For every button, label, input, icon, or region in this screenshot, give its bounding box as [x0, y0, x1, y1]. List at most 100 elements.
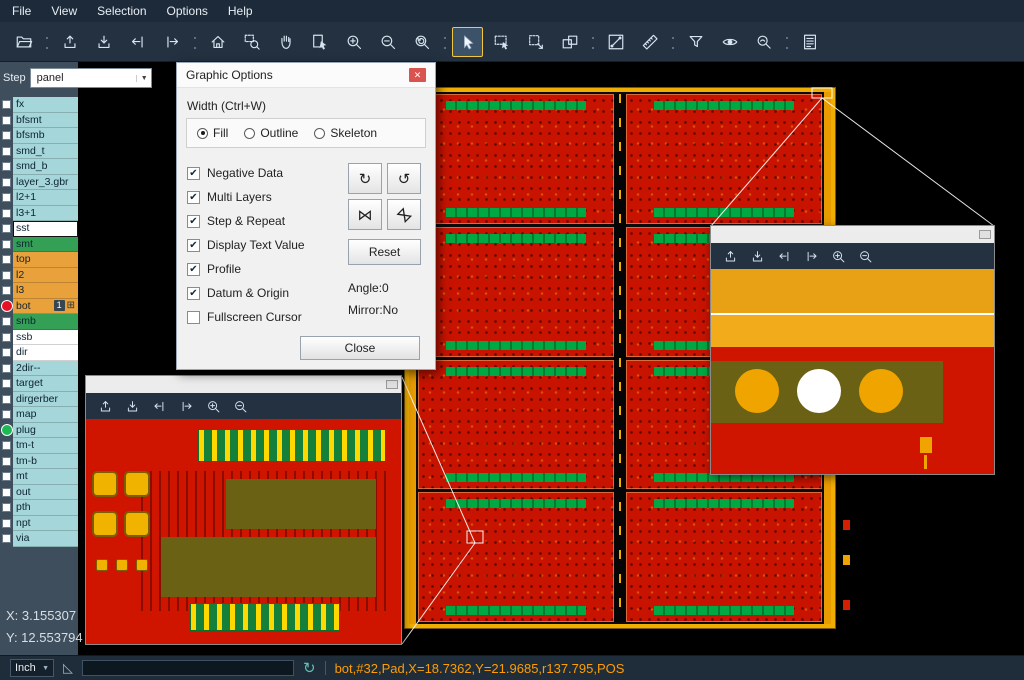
layer-visibility-checkbox[interactable] — [2, 162, 11, 171]
unit-select[interactable]: Inch ▼ — [10, 659, 54, 677]
command-input[interactable] — [82, 660, 294, 676]
layer-row-bfsmt[interactable]: bfsmt — [0, 113, 78, 129]
layer-visibility-checkbox[interactable] — [2, 503, 11, 512]
menu-file[interactable]: File — [2, 1, 41, 21]
layer-visibility-checkbox[interactable] — [2, 441, 11, 450]
layer-visibility-checkbox[interactable] — [2, 457, 11, 466]
box-arrow-up-button[interactable] — [54, 27, 85, 57]
pan-hand-button[interactable] — [270, 27, 301, 57]
layer-row-mt[interactable]: mt — [0, 469, 78, 485]
box-arrow-down-button[interactable] — [747, 246, 767, 266]
layer-row-plug[interactable]: plug — [0, 423, 78, 439]
layer-row-smd-t[interactable]: smd_t — [0, 144, 78, 160]
layer-visibility-checkbox[interactable] — [2, 100, 11, 109]
box-arrow-down-button[interactable] — [122, 396, 142, 416]
layer-row-dirgerber[interactable]: dirgerber — [0, 392, 78, 408]
zoom-out-button[interactable] — [230, 396, 250, 416]
layer-visibility-checkbox[interactable] — [2, 131, 11, 140]
layer-row-ssb[interactable]: ssb — [0, 330, 78, 346]
box-arrow-left-button[interactable] — [122, 27, 153, 57]
box-arrow-up-button[interactable] — [720, 246, 740, 266]
layer-visibility-checkbox[interactable] — [2, 193, 11, 202]
layer-visibility-checkbox[interactable] — [2, 472, 11, 481]
mirror-diagonal-button[interactable]: ⋈ — [387, 199, 421, 230]
checkbox-step-repeat[interactable]: ✔Step & Repeat — [187, 209, 352, 233]
rotate-ccw-button[interactable]: ↺ — [387, 163, 421, 194]
eye-view-button[interactable] — [714, 27, 745, 57]
layer-row-2dir[interactable]: 2dir-- — [0, 361, 78, 377]
layer-row-l2[interactable]: l2 — [0, 268, 78, 284]
mirror-horizontal-button[interactable]: ⋈ — [348, 199, 382, 230]
refresh-icon[interactable]: ↻ — [303, 659, 316, 677]
layer-row-npt[interactable]: npt — [0, 516, 78, 532]
checkbox-multi-layers[interactable]: ✔Multi Layers — [187, 185, 352, 209]
layer-row-top[interactable]: top — [0, 252, 78, 268]
zoom-window-button[interactable] — [236, 27, 267, 57]
layer-visibility-checkbox[interactable] — [2, 209, 11, 218]
layer-row-l3-1[interactable]: l3+1 — [0, 206, 78, 222]
line-tool-button[interactable] — [600, 27, 631, 57]
box-arrow-right-button[interactable] — [156, 27, 187, 57]
layer-row-via[interactable]: via — [0, 531, 78, 547]
report-list-button[interactable] — [794, 27, 825, 57]
layer-visibility-checkbox[interactable] — [2, 178, 11, 187]
close-icon[interactable]: ✕ — [409, 68, 426, 82]
menu-help[interactable]: Help — [218, 1, 263, 21]
rotate-cw-button[interactable]: ↻ — [348, 163, 382, 194]
layer-row-l3[interactable]: l3 — [0, 283, 78, 299]
layer-row-smd-b[interactable]: smd_b — [0, 159, 78, 175]
box-arrow-down-button[interactable] — [88, 27, 119, 57]
box-arrow-up-button[interactable] — [95, 396, 115, 416]
layer-row-out[interactable]: out — [0, 485, 78, 501]
checkbox-fullscreen-cursor[interactable]: Fullscreen Cursor — [187, 305, 352, 329]
home-button[interactable] — [202, 27, 233, 57]
magnifier-titlebar[interactable] — [711, 226, 994, 243]
layer-row-pth[interactable]: pth — [0, 500, 78, 516]
layer-visibility-checkbox[interactable] — [2, 240, 11, 249]
layer-row-smb[interactable]: smb — [0, 314, 78, 330]
ruler-button[interactable] — [634, 27, 665, 57]
menu-options[interactable]: Options — [157, 1, 218, 21]
layer-row-target[interactable]: target — [0, 376, 78, 392]
layer-row-tm-b[interactable]: tm-b — [0, 454, 78, 470]
box-arrow-left-button[interactable] — [149, 396, 169, 416]
layer-visibility-checkbox[interactable] — [2, 116, 11, 125]
layer-visibility-checkbox[interactable] — [2, 147, 11, 156]
layer-visibility-checkbox[interactable] — [2, 519, 11, 528]
close-button[interactable]: Close — [300, 336, 420, 360]
layer-visibility-checkbox[interactable] — [2, 317, 11, 326]
layer-row-bot[interactable]: bot1⊞ — [0, 299, 78, 315]
zoom-out-button[interactable] — [372, 27, 403, 57]
radio-outline[interactable]: Outline — [244, 126, 298, 140]
net-search-button[interactable] — [748, 27, 779, 57]
zoom-in-button[interactable] — [338, 27, 369, 57]
layer-visibility-checkbox[interactable] — [2, 534, 11, 543]
zoom-out-button[interactable] — [855, 246, 875, 266]
open-folder-button[interactable] — [8, 27, 39, 57]
select-cursor-button[interactable] — [452, 27, 483, 57]
layer-row-dir[interactable]: dir — [0, 345, 78, 361]
checkbox-profile[interactable]: ✔Profile — [187, 257, 352, 281]
box-arrow-right-button[interactable] — [176, 396, 196, 416]
layers-stack-button[interactable] — [554, 27, 585, 57]
step-select[interactable]: panel ▼ — [30, 68, 152, 88]
magnifier-view[interactable] — [86, 419, 401, 644]
layer-visibility-checkbox[interactable] — [2, 395, 11, 404]
zoom-previous-button[interactable] — [406, 27, 437, 57]
box-arrow-left-button[interactable] — [774, 246, 794, 266]
dialog-titlebar[interactable]: Graphic Options ✕ — [177, 63, 435, 88]
reset-button[interactable]: Reset — [348, 239, 421, 265]
magnifier-titlebar[interactable] — [86, 376, 401, 393]
layer-row-map[interactable]: map — [0, 407, 78, 423]
layer-row-l2-1[interactable]: l2+1 — [0, 190, 78, 206]
layer-visibility-checkbox[interactable] — [2, 379, 11, 388]
menu-selection[interactable]: Selection — [87, 1, 156, 21]
window-control-icon[interactable] — [979, 230, 991, 239]
checkbox-display-text-value[interactable]: ✔Display Text Value — [187, 233, 352, 257]
box-arrow-right-button[interactable] — [801, 246, 821, 266]
layer-visibility-checkbox[interactable] — [2, 224, 11, 233]
layer-visibility-checkbox[interactable] — [2, 286, 11, 295]
page-select-button[interactable] — [304, 27, 335, 57]
radio-fill[interactable]: Fill — [197, 126, 228, 140]
zoom-in-button[interactable] — [828, 246, 848, 266]
